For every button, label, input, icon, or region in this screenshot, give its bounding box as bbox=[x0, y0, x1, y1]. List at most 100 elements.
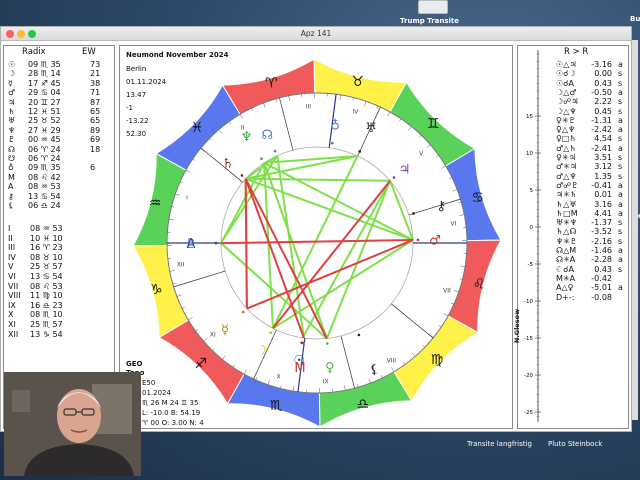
aspect-orb: -0.42 bbox=[591, 273, 612, 283]
footer-line2: 01.2024 bbox=[142, 389, 171, 397]
aspect-flag: a bbox=[618, 208, 623, 218]
desktop-label-top[interactable]: Trump Transite bbox=[400, 17, 459, 25]
house-cusp: 08 ♏ 10 bbox=[30, 310, 63, 320]
planet-symbol: ☋ bbox=[8, 154, 16, 163]
aspect-flag: a bbox=[618, 283, 623, 293]
house-number-label: XI bbox=[210, 332, 216, 339]
aspect-orb: -3.52 bbox=[591, 227, 612, 237]
ew-header: EW bbox=[82, 47, 96, 57]
aspect-pair: ☽△♆ bbox=[556, 106, 577, 116]
planet-weight: 38 bbox=[90, 78, 101, 88]
planet-symbol: ♇ bbox=[8, 135, 16, 145]
sign-glyph: ♍ bbox=[431, 352, 444, 368]
earth-marker[interactable]: ♁ bbox=[330, 118, 340, 133]
uranus-marker[interactable]: ♅ bbox=[365, 121, 377, 136]
aspect-pair: ♂✳♃ bbox=[556, 162, 578, 172]
node-marker[interactable]: ☊ bbox=[261, 128, 273, 143]
aspect-scale: 151050-5-10-15-20-25-30 bbox=[524, 50, 541, 422]
planet-weight: 6 bbox=[90, 163, 96, 173]
planet-weight: 65 bbox=[90, 107, 101, 116]
aspect-flag: s bbox=[618, 227, 623, 237]
planet-symbol: ♅ bbox=[8, 116, 16, 126]
venus-marker[interactable]: ♀ bbox=[325, 360, 335, 375]
planet-symbol: ⚸ bbox=[8, 201, 14, 210]
aspect-pair: ♆✳♇ bbox=[556, 236, 578, 246]
aspect-pair: A△♀ bbox=[556, 283, 574, 293]
house-number: XII bbox=[8, 329, 19, 339]
aspect-orb: -0.41 bbox=[591, 180, 612, 190]
aspect-orb: -1.46 bbox=[591, 246, 612, 255]
planet-weight: 69 bbox=[90, 135, 101, 145]
neptune-marker[interactable]: ♆ bbox=[241, 130, 253, 145]
sign-glyph: ♓ bbox=[191, 120, 204, 136]
mercury-marker[interactable]: ☿ bbox=[221, 323, 229, 338]
planet-dot bbox=[416, 238, 420, 242]
window-title: Apz 141 bbox=[300, 29, 332, 38]
asc-marker[interactable]: A bbox=[187, 237, 196, 252]
aspect-flag: s bbox=[618, 218, 623, 228]
aspect-flag: s bbox=[618, 78, 623, 88]
house-number: IV bbox=[8, 252, 16, 262]
planet-position: 17 ♐ 45 bbox=[28, 78, 61, 88]
aspect-orb: -3.16 bbox=[591, 60, 612, 69]
presenter-video bbox=[4, 372, 141, 476]
lilith-marker[interactable]: ⚸ bbox=[369, 363, 379, 378]
sign-glyph: ♉ bbox=[351, 74, 364, 90]
aspect-orb: -1.31 bbox=[591, 115, 612, 125]
planet-symbol: ♂ bbox=[8, 88, 16, 98]
planet-weight: 87 bbox=[90, 97, 101, 107]
aspect-pair: ☾☌A bbox=[556, 264, 575, 274]
planet-position: 06 ♈ 24 bbox=[28, 144, 61, 154]
aspect-pair: ☊✳A bbox=[556, 255, 576, 265]
aspect-flag: a bbox=[618, 143, 623, 153]
desktop-label-edge-top[interactable]: Bu bbox=[630, 15, 640, 23]
aspect-line-tense bbox=[244, 178, 248, 309]
planet-symbol: ☿ bbox=[8, 78, 13, 88]
aspect-flag: a bbox=[618, 125, 623, 135]
window-scrollbar[interactable] bbox=[632, 40, 638, 420]
house-number: V bbox=[8, 262, 14, 272]
aspect-orb: -2.42 bbox=[591, 125, 612, 135]
horoscope-wheel[interactable]: ♈ ♉♊♋♌♍♎♏♐♑♒♓IIIIIIIVVVIVIIVIIIIXXXIXII☉☽… bbox=[120, 46, 512, 428]
planet-position: 29 ♋ 04 bbox=[28, 88, 61, 98]
planet-dot bbox=[330, 141, 334, 145]
aspect-flag: s bbox=[618, 153, 623, 162]
aspect-pair: ♀✳♃ bbox=[556, 153, 576, 162]
house-number: VII bbox=[8, 281, 19, 291]
mars-marker[interactable]: ♂ bbox=[429, 233, 441, 248]
aspect-orb: 4.54 bbox=[594, 134, 612, 144]
planet-position: 09 ♏ 35 bbox=[28, 60, 61, 69]
planet-weight: 73 bbox=[90, 60, 101, 69]
aspect-orb: 0.45 bbox=[594, 106, 612, 116]
planet-position: 08 ♌ 42 bbox=[28, 172, 61, 182]
house-number-label: VII bbox=[443, 287, 451, 294]
house-cusp: 16 ♈ 23 bbox=[30, 243, 63, 253]
moon-marker[interactable]: ☽ bbox=[256, 344, 268, 359]
saturn-marker[interactable]: ♄ bbox=[222, 157, 234, 172]
house-number: X bbox=[8, 310, 14, 320]
desktop-label-pluto[interactable]: Pluto Steinbock bbox=[548, 440, 602, 448]
scale-label: -20 bbox=[524, 373, 533, 379]
sign-glyph: ♎ bbox=[356, 397, 369, 413]
house-number-label: VI bbox=[451, 221, 457, 228]
aspect-pair: ♄△♅ bbox=[556, 199, 577, 209]
aspect-flag: s bbox=[618, 171, 623, 181]
footer-line5: ♈ 00 O: 3.00 N: 4 bbox=[142, 419, 204, 427]
house-cusp: 08 ♒ 53 bbox=[30, 224, 63, 233]
house-number-label: VIII bbox=[387, 357, 397, 364]
house-cusp: 25 ♉ 57 bbox=[30, 262, 63, 272]
desktop-window-thumbnail[interactable] bbox=[418, 0, 448, 14]
chiron-marker[interactable]: ⚷ bbox=[437, 199, 447, 214]
aspect-orb: -2.41 bbox=[591, 143, 612, 153]
desktop-label-transite[interactable]: Transite langfristig bbox=[467, 440, 532, 448]
house-number-label: IV bbox=[352, 108, 359, 115]
aspect-orb: -2.16 bbox=[591, 236, 612, 246]
mc-marker[interactable]: M bbox=[294, 361, 305, 376]
title-bar[interactable]: Apz 141 bbox=[1, 27, 631, 41]
jupiter-marker[interactable]: ♃ bbox=[399, 162, 411, 177]
house-cusp: 13 ♑ 54 bbox=[30, 329, 63, 339]
planet-position: 09 ♏ 35 bbox=[28, 163, 61, 173]
sign-glyph: ♌ bbox=[473, 277, 486, 293]
aspect-flag: a bbox=[618, 180, 623, 190]
house-cusp: 25 ♏ 57 bbox=[30, 320, 63, 329]
